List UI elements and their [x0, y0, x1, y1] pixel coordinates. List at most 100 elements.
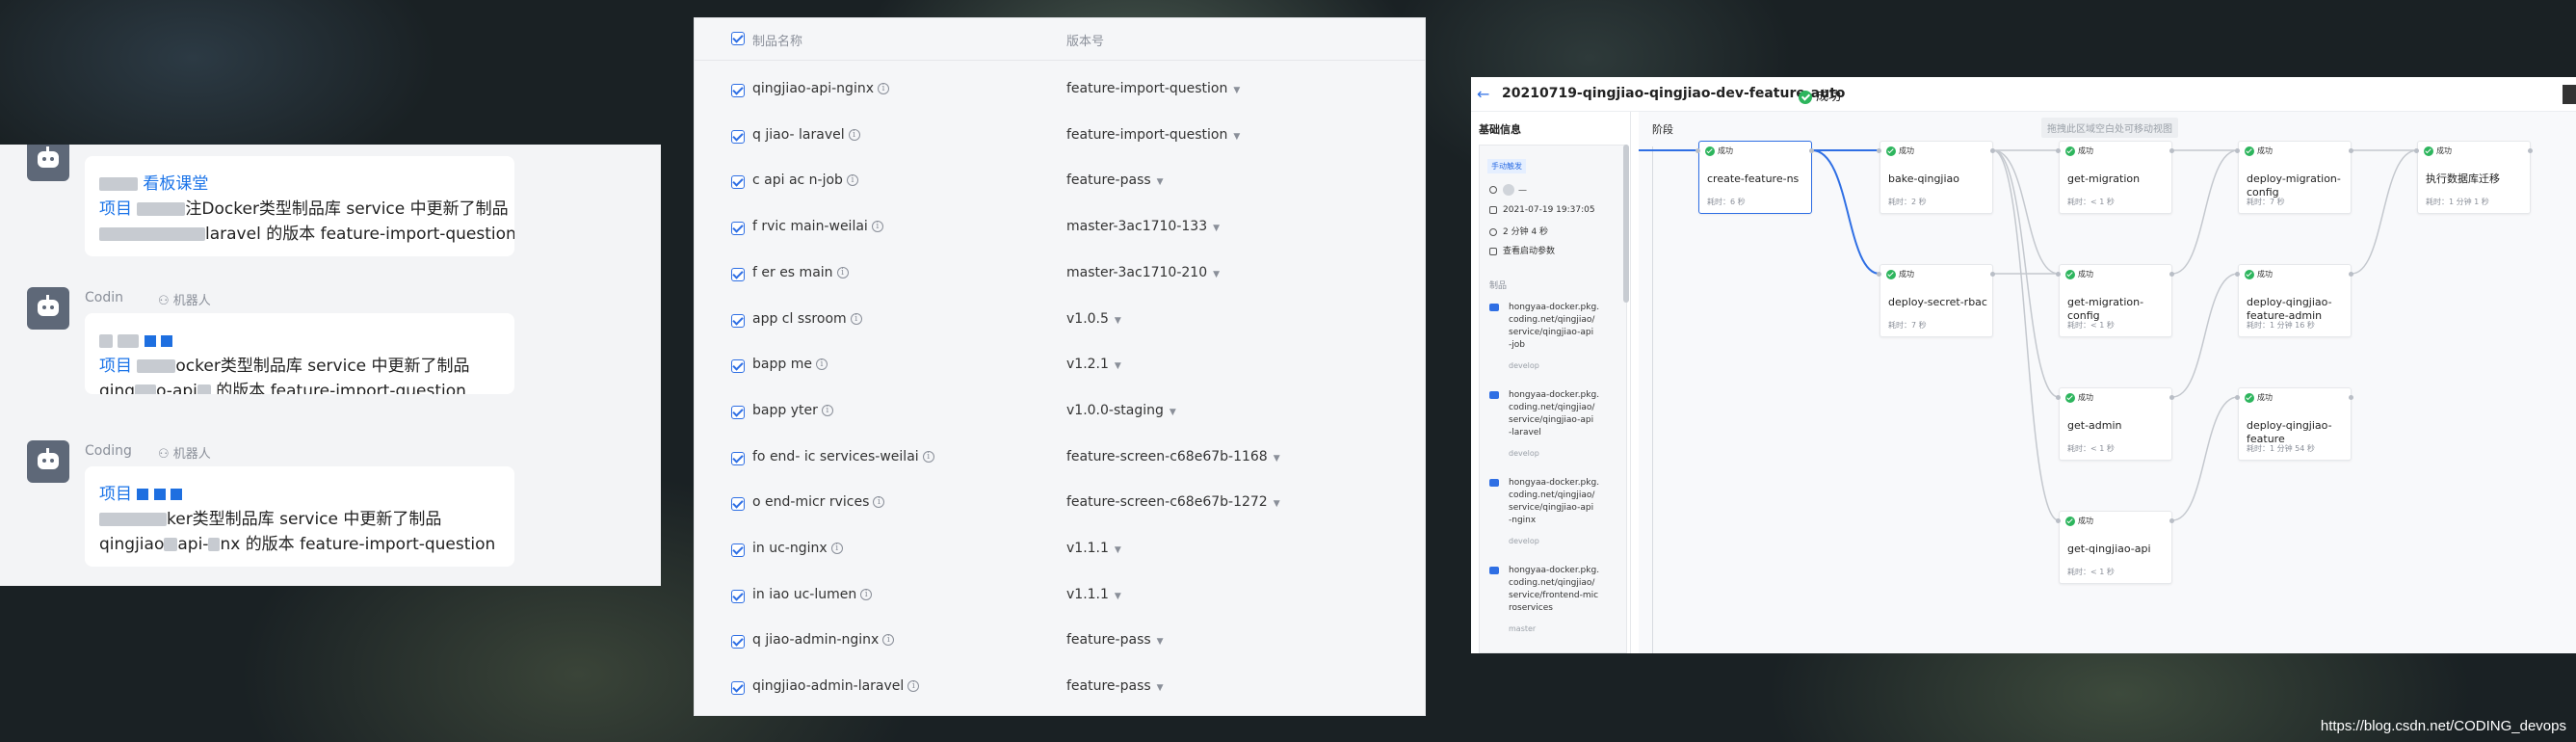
- artifact-name: q jiao- laravel i: [752, 127, 860, 143]
- info-icon[interactable]: i: [907, 680, 920, 693]
- row-checkbox[interactable]: [731, 175, 745, 190]
- pipeline-stage-node[interactable]: 成功 create-feature-ns 耗时：6 秒: [1698, 141, 1812, 214]
- chevron-down-icon: ▼: [1213, 269, 1221, 279]
- row-checkbox[interactable]: [731, 451, 745, 465]
- info-icon[interactable]: i: [871, 221, 883, 233]
- pipeline-stage-node[interactable]: 成功 deploy-migration-config 耗时：7 秒: [2238, 141, 2352, 214]
- info-icon[interactable]: i: [860, 588, 873, 600]
- version-select[interactable]: v1.2.1 ▼: [1066, 357, 1121, 372]
- pipeline-stage-node[interactable]: 成功 执行数据库迁移 耗时：1 分钟 1 秒: [2417, 141, 2531, 214]
- row-checkbox[interactable]: [731, 359, 745, 374]
- row-checkbox[interactable]: [731, 543, 745, 557]
- table-row[interactable]: bapp yter i v1.0.0-staging ▼: [695, 389, 1425, 436]
- info-icon[interactable]: i: [830, 543, 843, 554]
- status-badge: 成功: [1799, 86, 1841, 104]
- table-row[interactable]: qingjiao-admin-laravel i feature-pass ▼: [695, 665, 1425, 711]
- pipeline-stage-node[interactable]: 成功 get-qingjiao-api 耗时：< 1 秒: [2059, 511, 2172, 584]
- product-branch: develop: [1509, 361, 1539, 370]
- row-checkbox[interactable]: [731, 635, 745, 649]
- stage-status: 成功: [2245, 269, 2273, 279]
- info-card: 手动触发 — 2021-07-19 19:37:05 2 分钟 4 秒 查看启动…: [1479, 145, 1627, 653]
- project-link[interactable]: 项目: [99, 199, 132, 219]
- version-select[interactable]: master-3ac1710-210 ▼: [1066, 265, 1220, 280]
- version-select[interactable]: master-3ac1710-133 ▼: [1066, 219, 1220, 234]
- table-row[interactable]: app cl ssroom i v1.0.5 ▼: [695, 298, 1425, 344]
- row-checkbox[interactable]: [731, 129, 745, 144]
- row-checkbox[interactable]: [731, 84, 745, 97]
- version-select[interactable]: feature-pass ▼: [1066, 678, 1164, 694]
- table-row[interactable]: bapp me i v1.2.1 ▼: [695, 343, 1425, 389]
- table-row[interactable]: in uc-nginx i v1.1.1 ▼: [695, 527, 1425, 573]
- project-link[interactable]: 项目: [99, 357, 132, 376]
- row-checkbox[interactable]: [731, 497, 745, 512]
- info-icon[interactable]: i: [922, 450, 934, 463]
- connector-port: [2235, 272, 2240, 277]
- table-row[interactable]: q jiao-admin-nginx i feature-pass ▼: [695, 619, 1425, 665]
- stage-status: 成功: [2424, 146, 2452, 156]
- version-select[interactable]: feature-screen-c68e67b-1168 ▼: [1066, 449, 1280, 464]
- connector-port: [2056, 272, 2061, 277]
- chevron-down-icon: ▼: [1233, 131, 1241, 142]
- pipeline-stage-node[interactable]: 成功 bake-qingjiao 耗时：2 秒: [1879, 141, 1993, 214]
- sidebar-scrollbar[interactable]: [1623, 145, 1629, 303]
- table-row[interactable]: c api ac n-job i feature-pass ▼: [695, 159, 1425, 205]
- docker-icon: [1489, 391, 1499, 399]
- chevron-down-icon: ▼: [1233, 86, 1241, 95]
- version-select[interactable]: feature-import-question ▼: [1066, 81, 1240, 96]
- chevron-down-icon: ▼: [1213, 224, 1221, 234]
- info-icon[interactable]: i: [850, 312, 862, 325]
- row-checkbox[interactable]: [731, 405, 745, 419]
- version-select[interactable]: feature-pass ▼: [1066, 632, 1164, 648]
- info-icon[interactable]: i: [873, 496, 885, 509]
- info-icon[interactable]: i: [821, 404, 833, 416]
- back-arrow-icon[interactable]: ←: [1477, 85, 1489, 103]
- info-icon[interactable]: i: [815, 358, 828, 371]
- info-icon[interactable]: i: [882, 634, 895, 647]
- pipeline-stage-node[interactable]: 成功 deploy-secret-rbac 耗时：7 秒: [1879, 264, 1993, 337]
- table-row[interactable]: f er es main i master-3ac1710-210 ▼: [695, 252, 1425, 298]
- select-all-checkbox[interactable]: [731, 32, 745, 45]
- toolbar-button[interactable]: [2563, 85, 2576, 104]
- row-checkbox[interactable]: [731, 589, 745, 603]
- pipeline-stage-node[interactable]: 成功 get-migration 耗时：< 1 秒: [2059, 141, 2172, 214]
- row-checkbox[interactable]: [731, 313, 745, 328]
- table-row[interactable]: f rvic main-weilai i master-3ac1710-133 ▼: [695, 205, 1425, 252]
- stage-duration: 耗时：7 秒: [1888, 321, 1927, 330]
- version-select[interactable]: v1.1.1 ▼: [1066, 587, 1121, 602]
- connector-port: [2235, 395, 2240, 400]
- table-row[interactable]: in iao uc-lumen i v1.1.1 ▼: [695, 573, 1425, 620]
- info-icon[interactable]: i: [836, 266, 849, 278]
- view-params-link[interactable]: 查看启动参数: [1489, 244, 1555, 256]
- column-header-version: 版本号: [1066, 35, 1105, 49]
- row-checkbox[interactable]: [731, 267, 745, 281]
- version-select[interactable]: v1.0.5 ▼: [1066, 311, 1121, 327]
- info-icon[interactable]: i: [878, 83, 889, 94]
- stage-name: deploy-qingjiao-feature: [2247, 419, 2332, 445]
- version-select[interactable]: feature-import-question ▼: [1066, 127, 1240, 143]
- table-row[interactable]: fo end- ic services-weilai i feature-scree…: [695, 436, 1425, 482]
- version-select[interactable]: feature-screen-c68e67b-1272 ▼: [1066, 494, 1280, 510]
- version-select[interactable]: v1.0.0-staging ▼: [1066, 403, 1176, 418]
- table-row[interactable]: qingjiao-api-nginx i feature-import-questi…: [695, 67, 1425, 114]
- version-select[interactable]: feature-pass ▼: [1066, 172, 1164, 188]
- pipeline-stage-node[interactable]: 成功 get-migration-config 耗时：< 1 秒: [2059, 264, 2172, 337]
- message-link[interactable]: 看板课堂: [143, 174, 208, 194]
- version-select[interactable]: v1.1.1 ▼: [1066, 541, 1121, 556]
- artifact-name: o end-micr rvices i: [752, 494, 885, 510]
- row-checkbox[interactable]: [731, 681, 745, 696]
- message-text: 注Docker类型制品库 service 中更新了制品: [185, 199, 509, 219]
- pipeline-stage-node[interactable]: 成功 deploy-qingjiao-feature 耗时：1 分钟 54 秒: [2238, 387, 2352, 461]
- info-icon[interactable]: i: [848, 128, 860, 141]
- pipeline-stage-node[interactable]: 成功 deploy-qingjiao-feature-admin 耗时：1 分钟 1…: [2238, 264, 2352, 337]
- edge-line: [2171, 273, 2239, 398]
- info-icon[interactable]: i: [846, 174, 858, 187]
- artifact-name: f er es main i: [752, 265, 849, 280]
- project-link[interactable]: 项目: [99, 485, 132, 504]
- row-checkbox[interactable]: [731, 222, 745, 236]
- table-row[interactable]: q jiao- laravel i feature-import-question ▼: [695, 114, 1425, 160]
- chevron-down-icon: ▼: [1156, 637, 1164, 648]
- pipeline-canvas[interactable]: 阶段 拖拽此区域空白处可移动视图 成功 create-feature-ns 耗时：6…: [1639, 112, 2576, 653]
- table-row[interactable]: o end-micr rvices i feature-screen-c68e67b…: [695, 481, 1425, 527]
- pipeline-stage-node[interactable]: 成功 get-admin 耗时：< 1 秒: [2059, 387, 2172, 461]
- bot-tag: ⚇ 机器人: [158, 447, 211, 462]
